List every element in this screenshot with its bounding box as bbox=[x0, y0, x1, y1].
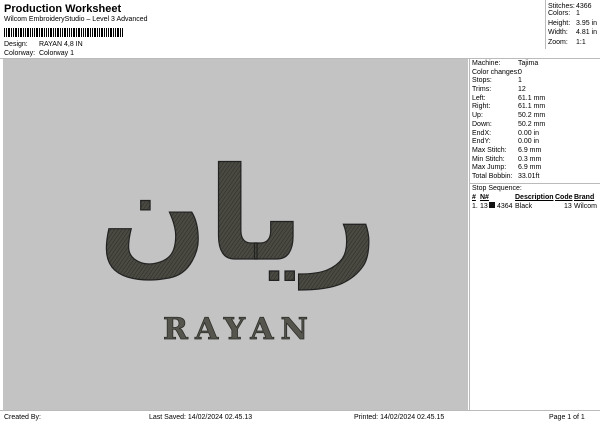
last-saved: Last Saved: 14/02/2024 02.45.13 bbox=[149, 414, 253, 421]
design-preview: ريان RAYAN bbox=[3, 59, 468, 410]
machine-info-panel: Machine: Tajima Color changes: 0 Stops: 1 T… bbox=[469, 59, 600, 410]
colorway-value: Colorway 1 bbox=[38, 50, 74, 57]
page-number: Page 1 of 1 bbox=[549, 414, 585, 421]
barcode-graphic bbox=[4, 28, 123, 37]
design-row: Design: RAYAN 4,8 IN bbox=[4, 41, 83, 48]
footer: Created By: Last Saved: 14/02/2024 02.45… bbox=[0, 410, 600, 425]
info-max-jump: Max Jump: 6.9 mm bbox=[472, 164, 542, 172]
info-endy: EndY: 0.00 in bbox=[472, 138, 540, 146]
stats-box: Stitches: 4366 Colors: 1 Height: 3.95 in Wi… bbox=[545, 0, 600, 49]
info-max-stitch: Max Stitch: 6.9 mm bbox=[472, 146, 542, 154]
info-color-changes: Color changes: 0 bbox=[472, 68, 522, 76]
info-left: Left: 61.1 mm bbox=[472, 94, 546, 102]
info-up: Up: 50.2 mm bbox=[472, 112, 546, 120]
info-total-bobbin: Total Bobbin: 33.01ft bbox=[472, 172, 540, 180]
design-label: Design: bbox=[4, 41, 28, 48]
printed-date: Printed: 14/02/2024 02.45.15 bbox=[354, 414, 445, 421]
stop-sequence-heading: Stop Sequence: bbox=[472, 184, 522, 192]
arabic-lettering: ريان bbox=[98, 141, 377, 290]
stat-width: Width: 4.81 in bbox=[548, 29, 598, 37]
stop-sequence-header: # N# Description Code Brand bbox=[472, 194, 595, 202]
stat-colors: Colors: 1 bbox=[548, 10, 580, 18]
info-right: Right: 61.1 mm bbox=[472, 103, 546, 111]
software-subtitle: Wilcom EmbroideryStudio – Level 3 Advanc… bbox=[4, 16, 148, 23]
info-trims: Trims: 12 bbox=[472, 86, 526, 94]
info-down: Down: 50.2 mm bbox=[472, 120, 546, 128]
stat-height: Height: 3.95 in bbox=[548, 19, 598, 27]
created-by: Created By: bbox=[4, 414, 41, 421]
info-stops: Stops: 1 bbox=[472, 77, 522, 85]
stat-zoom: Zoom: 1:1 bbox=[548, 38, 586, 46]
colorway-label: Colorway: bbox=[4, 50, 36, 57]
stop-sequence-row: 1. 13 4364 Black 13 Wilcom bbox=[472, 202, 597, 211]
info-machine: Machine: Tajima bbox=[472, 60, 539, 67]
stop-sequence-divider bbox=[470, 182, 600, 184]
embroidery-design: ريان RAYAN bbox=[98, 140, 378, 347]
info-min-stitch: Min Stitch: 0.3 mm bbox=[472, 155, 542, 163]
colorway-row: Colorway: Colorway 1 bbox=[4, 50, 74, 57]
page-title: Production Worksheet bbox=[4, 3, 122, 15]
design-value: RAYAN 4,8 IN bbox=[38, 41, 83, 48]
barcode bbox=[4, 26, 123, 37]
info-endx: EndX: 0.00 in bbox=[472, 129, 540, 137]
latin-lettering: RAYAN bbox=[163, 312, 315, 347]
